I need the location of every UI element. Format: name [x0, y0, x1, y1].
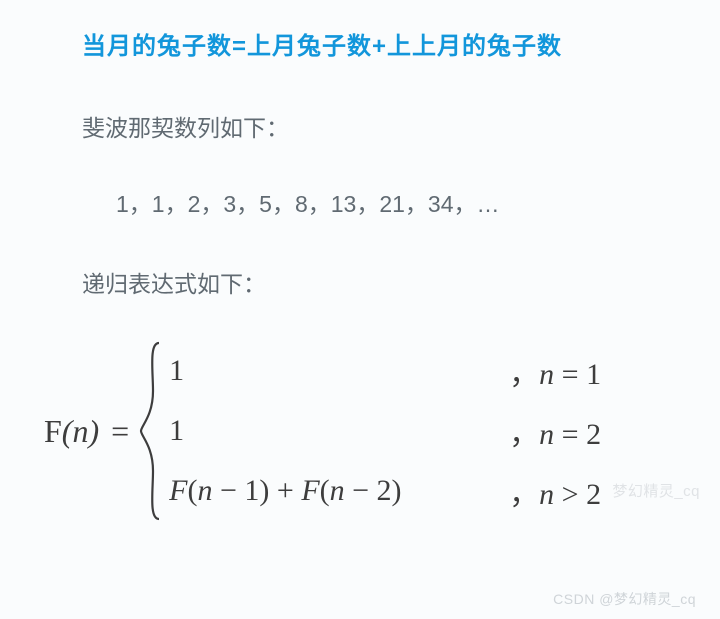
case-row: 1 ，n = 1 — [169, 349, 601, 393]
case-cond: ，n = 2 — [509, 409, 601, 453]
recursive-formula: F(n) = 1 ，n = 1 1 ，n = 2 F(n − 1) + F(n … — [44, 341, 688, 521]
case-row: F(n − 1) + F(n − 2) ，n > 2 — [169, 469, 601, 513]
case-expr: 1 — [169, 354, 509, 388]
cases-block: 1 ，n = 1 1 ，n = 2 F(n − 1) + F(n − 2) ，n… — [169, 341, 601, 521]
page-title: 当月的兔子数=上月兔子数+上上月的兔子数 — [82, 26, 688, 61]
lhs-fn: F(n) — [44, 413, 99, 450]
description-recursion: 递归表达式如下： — [82, 265, 688, 299]
left-brace-icon — [139, 341, 163, 521]
description-sequence: 斐波那契数列如下： — [82, 109, 688, 143]
fibonacci-sequence: 1，1，2，3，5，8，13，21，34，… — [116, 185, 688, 219]
case-cond: ，n > 2 — [509, 469, 601, 513]
case-row: 1 ，n = 2 — [169, 409, 601, 453]
case-expr: 1 — [169, 414, 509, 448]
watermark-upper: 梦幻精灵_cq — [612, 480, 700, 501]
case-expr: F(n − 1) + F(n − 2) — [169, 474, 509, 508]
equals-sign: = — [111, 413, 129, 450]
case-cond: ，n = 1 — [509, 349, 601, 393]
watermark-lower: CSDN @梦幻精灵_cq — [553, 589, 696, 609]
